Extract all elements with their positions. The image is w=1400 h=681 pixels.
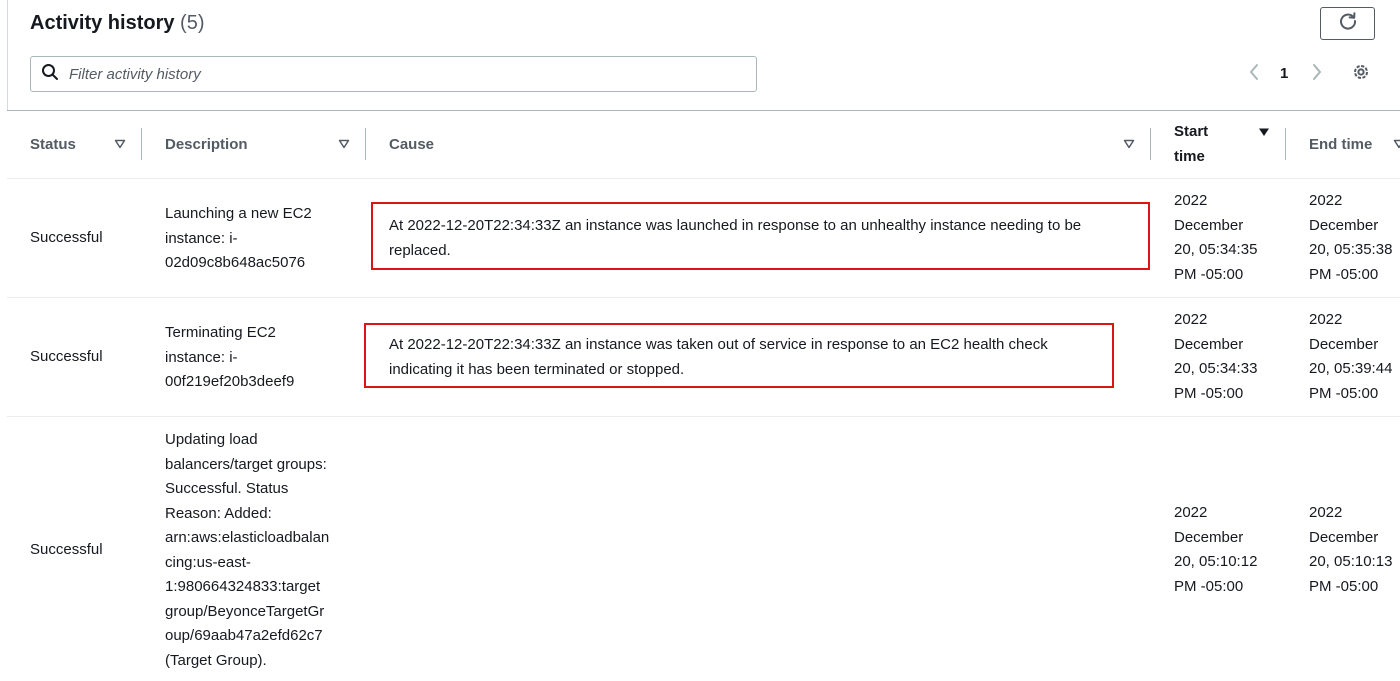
refresh-button[interactable] [1320,7,1375,40]
start-time-line: December [1174,528,1244,546]
table-row[interactable]: Successful Launching a new EC2 instance:… [7,179,1400,298]
pagination-previous-button[interactable] [1244,63,1264,85]
start-time-line: 20, 05:10:12 [1174,553,1258,570]
status-cell: Successful [30,541,103,558]
start-time-line: 2022 [1174,192,1208,209]
refresh-icon [1338,11,1358,36]
column-header-cause[interactable]: Cause [389,111,434,178]
column-resizer[interactable] [141,128,142,160]
chevron-right-icon [1311,63,1323,86]
end-time-line: 20, 05:35:38 [1309,241,1393,258]
settings-gear-icon [1351,62,1371,87]
end-time-cell: 2022 December 20, 05:39:44 PM -05:00 [1309,308,1392,406]
end-time-line: 20, 05:10:13 [1309,553,1393,570]
end-time-line: PM -05:00 [1309,577,1379,595]
description-line: balancers/target groups: [165,455,327,473]
end-time-cell: 2022 December 20, 05:10:13 PM -05:00 [1309,501,1392,599]
column-header-label-line: time [1174,147,1205,165]
cause-cell: At 2022-12-20T22:34:33Z an instance was … [389,333,1048,382]
sort-descending-icon[interactable] [1258,127,1270,137]
end-time-line: December [1309,216,1379,234]
filter-caret-icon[interactable] [1123,139,1135,149]
column-header-label: End time [1309,136,1373,153]
description-line: group/BeyonceTargetGr [165,602,325,620]
search-icon [41,63,59,86]
end-time-line: December [1309,335,1379,353]
cause-line: At 2022-12-20T22:34:33Z an instance was … [389,217,1082,234]
description-line: Reason: Added: [165,504,272,522]
description-cell: Launching a new EC2 instance: i- 02d09c8… [165,202,312,276]
filter-caret-icon[interactable] [114,139,126,149]
column-header-label: Status [30,136,76,153]
filter-caret-icon[interactable] [1393,139,1400,149]
start-time-line: PM -05:00 [1174,265,1244,283]
description-line: Terminating EC2 [165,324,276,341]
start-time-line: PM -05:00 [1174,384,1244,402]
description-line: Updating load [165,431,258,448]
column-header-status[interactable]: Status [30,111,76,178]
end-time-line: December [1309,528,1379,546]
description-cell: Terminating EC2 instance: i- 00f219ef20b… [165,321,294,395]
start-time-line: PM -05:00 [1174,577,1244,595]
table-preferences-button[interactable] [1350,63,1372,85]
table-row[interactable]: Successful Updating load balancers/targe… [7,417,1400,681]
start-time-cell: 2022 December 20, 05:34:35 PM -05:00 [1174,189,1257,287]
end-time-cell: 2022 December 20, 05:35:38 PM -05:00 [1309,189,1392,287]
table-row[interactable]: Successful Terminating EC2 instance: i- … [7,298,1400,417]
status-cell: Successful [30,347,103,365]
end-time-line: 2022 [1309,504,1343,521]
end-time-line: 2022 [1309,192,1343,209]
description-line: oup/69aab47a2efd62c7 [165,627,323,644]
status-cell: Successful [30,228,103,246]
column-resizer[interactable] [1285,128,1286,160]
end-time-line: 2022 [1309,311,1343,328]
start-time-line: 20, 05:34:35 [1174,241,1258,258]
filter-caret-icon[interactable] [338,139,350,149]
end-time-line: 20, 05:39:44 [1309,360,1393,377]
column-header-end-time[interactable]: End time [1309,111,1372,178]
panel-left-edge [7,0,8,110]
filter-activity-input[interactable] [67,64,711,84]
description-line: cing:us-east- [165,553,251,571]
start-time-line: 2022 [1174,504,1208,521]
pagination-next-button[interactable] [1307,63,1327,85]
pagination-page-1[interactable]: 1 [1280,65,1288,82]
column-header-label: Description [165,136,248,153]
description-line: instance: i- [165,229,238,247]
description-line: 00f219ef20b3deef9 [165,373,295,390]
description-line: arn:aws:elasticloadbalan [165,529,330,546]
description-line: Launching a new EC2 [165,205,312,222]
start-time-line: 2022 [1174,311,1208,328]
cause-cell: At 2022-12-20T22:34:33Z an instance was … [389,214,1081,263]
filter-search-field[interactable] [30,56,757,92]
start-time-cell: 2022 December 20, 05:10:12 PM -05:00 [1174,501,1257,599]
end-time-line: PM -05:00 [1309,384,1379,402]
start-time-line: December [1174,216,1244,234]
cause-line: At 2022-12-20T22:34:33Z an instance was … [389,336,1048,353]
end-time-line: PM -05:00 [1309,265,1379,283]
description-line: Successful. Status [165,480,289,497]
description-line: instance: i- [165,348,238,366]
table-header: Status Description Cause Start time End … [7,111,1400,179]
page-title-text: Activity history [30,12,175,34]
column-resizer[interactable] [1150,128,1151,160]
column-header-label-line: Start [1174,123,1209,140]
start-time-line: December [1174,335,1244,353]
activity-count: (5) [180,12,205,34]
column-header-label: Cause [389,136,435,153]
description-line: (Target Group). [165,651,267,669]
description-line: 02d09c8b648ac5076 [165,254,306,271]
column-header-description[interactable]: Description [165,111,248,178]
cause-line: replaced. [389,241,451,259]
description-cell: Updating load balancers/target groups: S… [165,428,329,673]
start-time-cell: 2022 December 20, 05:34:33 PM -05:00 [1174,308,1257,406]
start-time-line: 20, 05:34:33 [1174,360,1258,377]
cause-line: indicating it has been terminated or sto… [389,360,685,378]
description-line: 1:980664324833:target [165,578,321,595]
column-header-start-time[interactable]: Start time [1174,111,1208,178]
chevron-left-icon [1248,63,1260,86]
column-resizer[interactable] [365,128,366,160]
page-title: Activity history (5) [30,12,205,35]
